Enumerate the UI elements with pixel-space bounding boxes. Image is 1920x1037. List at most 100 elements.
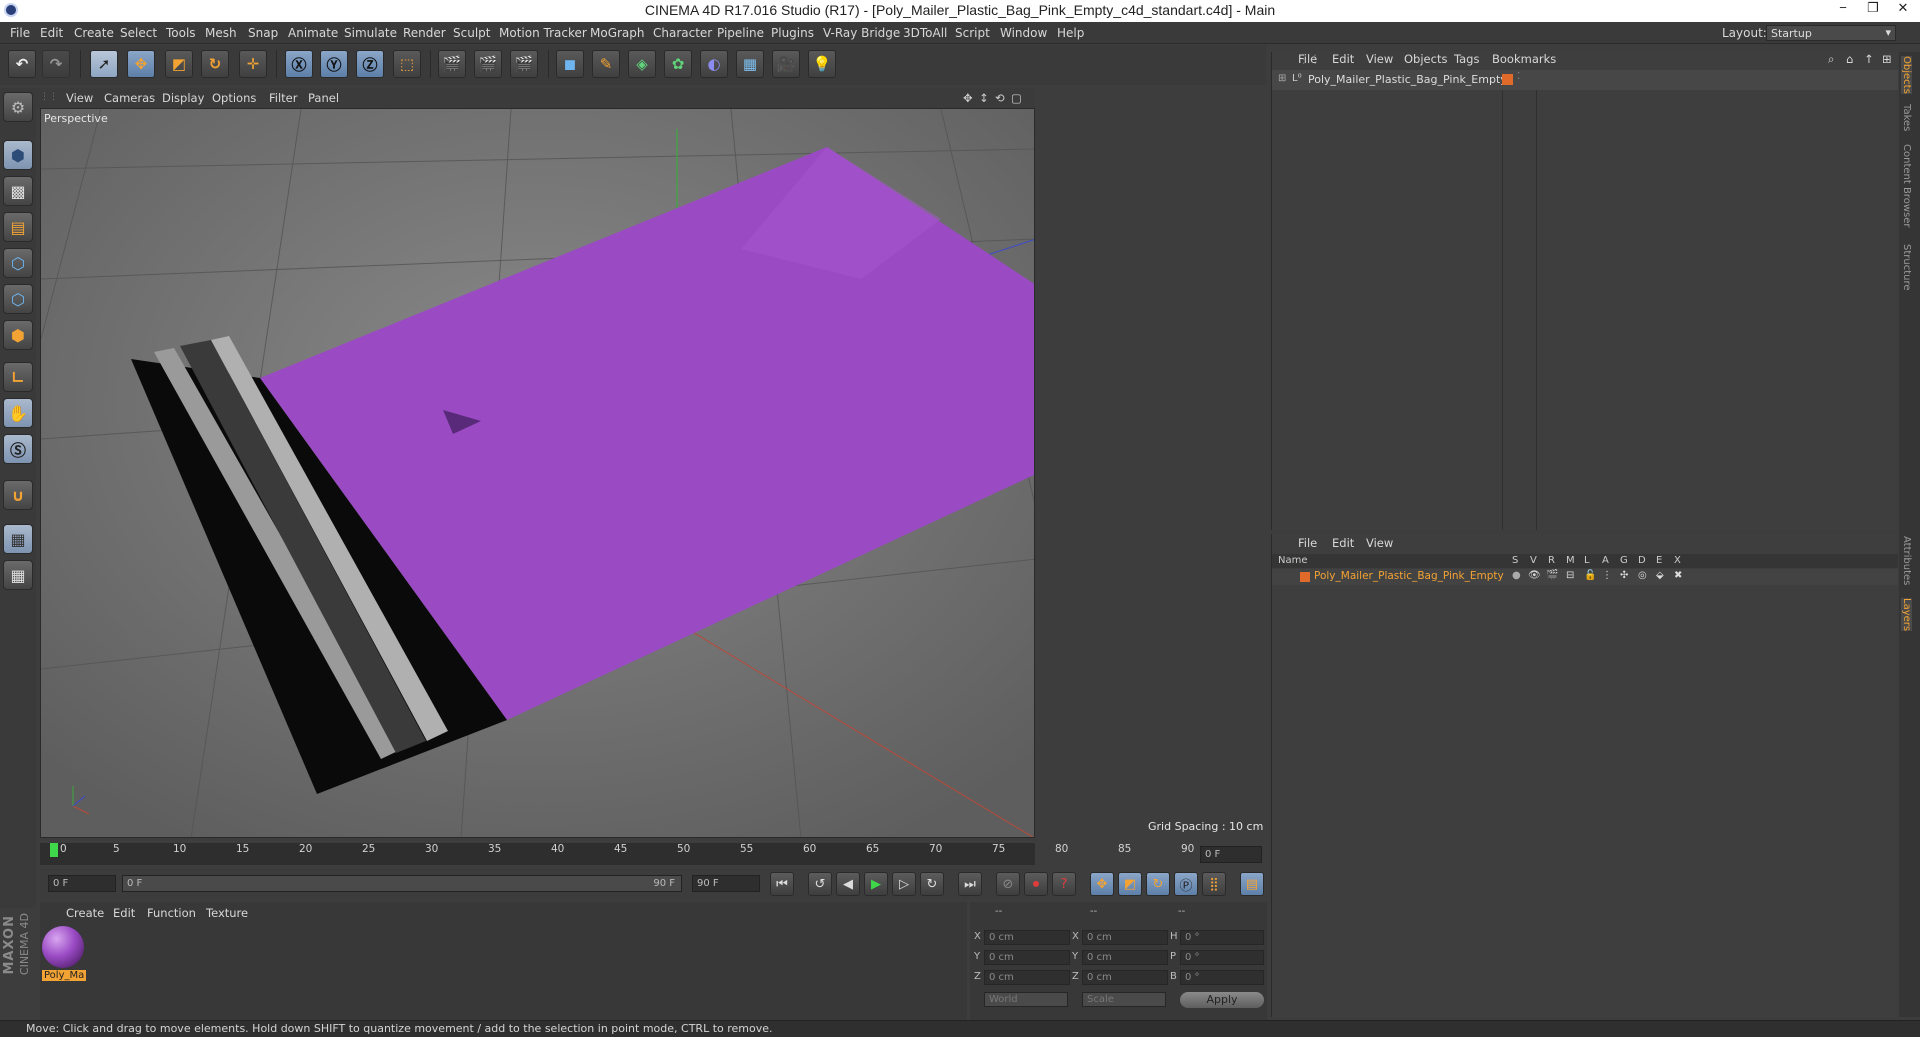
previous-frame-icon[interactable]: ◀	[836, 872, 860, 896]
viewport-menu-filter[interactable]: Filter	[269, 91, 297, 105]
xref-toggle-icon[interactable]: ✖	[1674, 570, 1682, 581]
menu-tools[interactable]: Tools	[166, 26, 196, 40]
viewport-menu-cameras[interactable]: Cameras	[104, 91, 155, 105]
minimize-button[interactable]: −	[1828, 0, 1858, 20]
autokey-icon[interactable]: ?	[1052, 872, 1076, 896]
start-frame-field[interactable]: 0 F	[48, 875, 116, 892]
layers-menu-view[interactable]: View	[1366, 536, 1393, 550]
column-locked[interactable]: L	[1584, 555, 1590, 566]
layer-row[interactable]: Poly_Mailer_Plastic_Bag_Pink_Empty ● 👁 🎬…	[1272, 569, 1898, 585]
menu-file[interactable]: File	[10, 26, 30, 40]
menu-render[interactable]: Render	[403, 26, 446, 40]
workplane-lock-icon[interactable]: ▦	[3, 524, 33, 554]
column-xref[interactable]: X	[1674, 555, 1681, 566]
cloner-icon[interactable]: ✿	[664, 50, 692, 78]
size-y-field[interactable]: 0 cm	[1082, 950, 1168, 965]
layer-color-swatch[interactable]	[1502, 74, 1513, 85]
menu-3dtoall[interactable]: 3DToAll	[903, 26, 947, 40]
viewport-maximize-icon[interactable]: ▢	[1011, 91, 1022, 105]
camera-icon[interactable]: 🎥	[772, 50, 800, 78]
menu-sculpt[interactable]: Sculpt	[453, 26, 490, 40]
column-generators[interactable]: G	[1620, 555, 1628, 566]
objects-menu-bookmarks[interactable]: Bookmarks	[1492, 52, 1556, 66]
render-toggle-icon[interactable]: 🎬	[1546, 570, 1558, 581]
tab-content-browser[interactable]: Content Browser	[1901, 144, 1912, 227]
search-icon[interactable]: ⌕	[1828, 52, 1834, 67]
size-x-field[interactable]: 0 cm	[1082, 930, 1168, 945]
rotation-h-field[interactable]: 0 °	[1180, 930, 1264, 945]
coordinate-system-icon[interactable]: ⬚	[393, 50, 421, 78]
render-settings-icon[interactable]: 🎬	[510, 50, 538, 78]
max-frame-field[interactable]: 90 F	[692, 875, 760, 892]
expand-icon[interactable]: ⊞	[1278, 73, 1286, 84]
menu-edit[interactable]: Edit	[40, 26, 63, 40]
previous-key-icon[interactable]: ↺	[808, 872, 832, 896]
column-animation[interactable]: A	[1602, 555, 1609, 566]
undo-icon[interactable]: ↶	[8, 50, 36, 78]
viewport-menu-view[interactable]: View	[66, 91, 93, 105]
menu-mograph[interactable]: MoGraph	[590, 26, 645, 40]
deformer-icon[interactable]: ◐	[700, 50, 728, 78]
layers-menu-file[interactable]: File	[1298, 536, 1317, 550]
rotation-b-field[interactable]: 0 °	[1180, 970, 1264, 985]
menu-pipeline[interactable]: Pipeline	[717, 26, 764, 40]
scale-mode-dropdown[interactable]: Scale	[1082, 992, 1166, 1007]
go-to-start-icon[interactable]: ⏮	[770, 872, 794, 896]
tab-objects[interactable]: Objects	[1901, 56, 1912, 94]
record-position-icon[interactable]: ⊘	[996, 872, 1020, 896]
viewport-menu-panel[interactable]: Panel	[308, 91, 339, 105]
manager-toggle-icon[interactable]: ⊟	[1566, 570, 1574, 581]
x-axis-lock-icon[interactable]: Ⓧ	[285, 50, 313, 78]
points-mode-icon[interactable]: ⬡	[3, 248, 33, 278]
home-icon[interactable]: ⌂	[1846, 52, 1853, 66]
cube-primitive-icon[interactable]: ◼	[556, 50, 584, 78]
animation-toggle-icon[interactable]: ⋮	[1602, 570, 1612, 581]
tweak-mode-icon[interactable]: ✋	[3, 398, 33, 428]
pen-spline-icon[interactable]: ✎	[592, 50, 620, 78]
layer-name[interactable]: Poly_Mailer_Plastic_Bag_Pink_Empty	[1314, 570, 1504, 582]
layout-dropdown[interactable]: Startup ▾	[1766, 25, 1896, 41]
tab-layers[interactable]: Layers	[1901, 598, 1912, 632]
new-window-icon[interactable]: ⊞	[1882, 52, 1892, 66]
render-view-icon[interactable]: 🎬	[438, 50, 466, 78]
axis-mode-icon[interactable]: ∟	[3, 362, 33, 392]
menu-snap[interactable]: Snap	[248, 26, 278, 40]
polygons-mode-icon[interactable]: ⬢	[3, 320, 33, 350]
subdivision-surface-icon[interactable]: ◈	[628, 50, 656, 78]
model-mode-icon[interactable]: ⬢	[3, 140, 33, 170]
key-position-icon[interactable]: ✥	[1090, 872, 1114, 896]
menu-simulate[interactable]: Simulate	[344, 26, 397, 40]
expression-toggle-icon[interactable]: ⬙	[1656, 570, 1664, 581]
tab-attributes[interactable]: Attributes	[1901, 536, 1912, 585]
menu-script[interactable]: Script	[955, 26, 990, 40]
objects-menu-edit[interactable]: Edit	[1332, 52, 1354, 66]
magnet-icon[interactable]: ∪	[3, 480, 33, 510]
perspective-viewport[interactable]	[40, 108, 1035, 838]
menu-vray-bridge[interactable]: V-Ray Bridge	[823, 26, 900, 40]
view-toggle-icon[interactable]: 👁	[1528, 570, 1541, 581]
timeline-window-icon[interactable]: ▤	[1240, 872, 1264, 896]
position-x-field[interactable]: 0 cm	[984, 930, 1070, 945]
tab-structure[interactable]: Structure	[1901, 244, 1912, 291]
column-expressions[interactable]: E	[1656, 555, 1662, 566]
visibility-dots-icon[interactable]: ⁚	[1517, 71, 1520, 82]
up-arrow-icon[interactable]: ↑	[1864, 52, 1874, 66]
timeline-ruler[interactable]	[40, 843, 1035, 865]
menu-help[interactable]: Help	[1057, 26, 1084, 40]
z-axis-lock-icon[interactable]: Ⓩ	[356, 50, 384, 78]
column-manager[interactable]: M	[1566, 555, 1575, 566]
material-menu-edit[interactable]: Edit	[113, 906, 135, 920]
column-deformers[interactable]: D	[1638, 555, 1646, 566]
key-parameter-icon[interactable]: Ⓟ	[1174, 872, 1198, 896]
redo-icon[interactable]: ↷	[42, 50, 70, 78]
position-y-field[interactable]: 0 cm	[984, 950, 1070, 965]
rotation-p-field[interactable]: 0 °	[1180, 950, 1264, 965]
deformer-toggle-icon[interactable]: ◎	[1638, 570, 1647, 581]
snap-icon[interactable]: Ⓢ	[3, 434, 33, 464]
key-scale-icon[interactable]: ◩	[1118, 872, 1142, 896]
make-editable-icon[interactable]: ⚙	[3, 92, 33, 122]
frame-range-slider[interactable]: 0 F 90 F	[122, 875, 682, 892]
next-key-icon[interactable]: ↻	[920, 872, 944, 896]
viewport-rotate-icon[interactable]: ⟲	[995, 91, 1005, 105]
objects-menu-view[interactable]: View	[1366, 52, 1393, 66]
